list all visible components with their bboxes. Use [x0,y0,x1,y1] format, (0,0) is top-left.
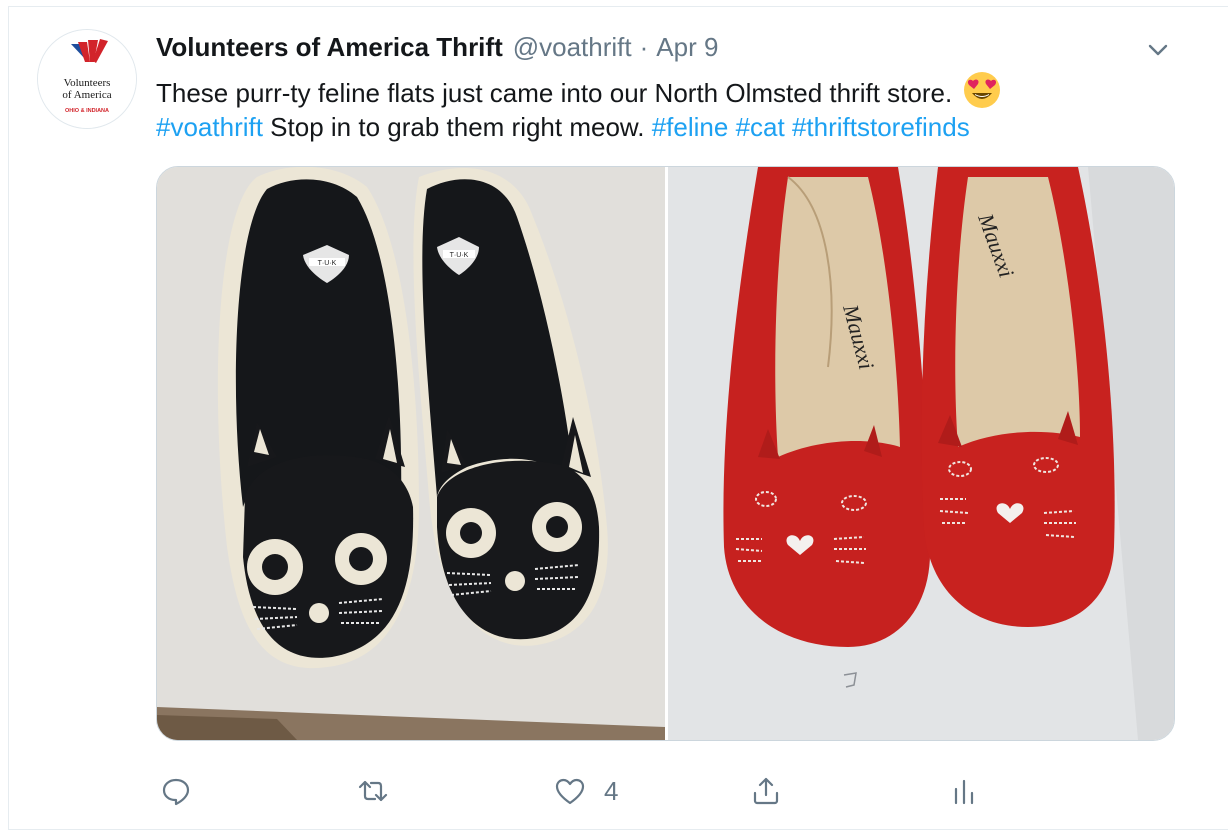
hashtag-voathrift[interactable]: #voathrift [156,112,263,142]
avatar-brand-line2: of America [62,89,111,101]
tweet-text-line-2: #voathrift Stop in to grab them right me… [156,108,1186,146]
share-icon [753,777,779,805]
top-border [8,6,1228,7]
share-button[interactable] [750,771,782,811]
heart-icon [555,778,585,805]
right-insole-logo: T·U·K [450,252,469,259]
left-insole-logo: T·U·K [318,260,337,267]
bottom-border [8,829,1228,830]
avatar[interactable]: Volunteers of America OHIO & INDIANA [37,29,137,129]
like-count: 4 [604,775,619,806]
tweet-header: Volunteers of America Thrift @voathrift … [156,29,718,65]
analytics-button[interactable] [948,771,980,811]
retweet-button[interactable] [357,771,389,811]
display-name[interactable]: Volunteers of America Thrift [156,32,503,63]
tweet-text-line-1: These purr-ty feline flats just came int… [156,70,1186,108]
tweet-text: These purr-ty feline flats just came int… [156,70,1186,146]
avatar-region: OHIO & INDIANA [65,108,109,114]
tweet-actions: 4 [0,771,1228,811]
media-grid: T·U·K T·U·K Mauxxi Mauxxi [156,166,1175,741]
separator-dot: · [639,31,649,62]
left-border [8,6,9,830]
reply-icon [162,778,190,806]
avatar-brand-line1: Volunteers [64,77,111,89]
tweet-text-mid: Stop in to grab them right meow. [262,112,652,142]
photo-red-cat-flats[interactable]: Mauxxi Mauxxi [668,167,1174,740]
tweet-text-sentence: These purr-ty feline flats just came int… [156,78,953,108]
tweet-date[interactable]: Apr 9 [656,32,718,63]
retweet-icon [358,780,388,802]
hashtag-cat[interactable]: #cat [736,112,785,142]
hashtag-feline[interactable]: #feline [652,112,729,142]
photo-black-cat-flats[interactable]: T·U·K T·U·K [157,167,665,740]
user-handle[interactable]: @voathrift [513,32,632,63]
hashtag-thriftstorefinds[interactable]: #thriftstorefinds [792,112,970,142]
analytics-icon [954,779,974,805]
chevron-down-icon[interactable] [1144,36,1172,64]
heart-eyes-emoji-icon [964,72,1001,108]
reply-button[interactable] [160,771,192,811]
like-button[interactable]: 4 [554,771,618,811]
